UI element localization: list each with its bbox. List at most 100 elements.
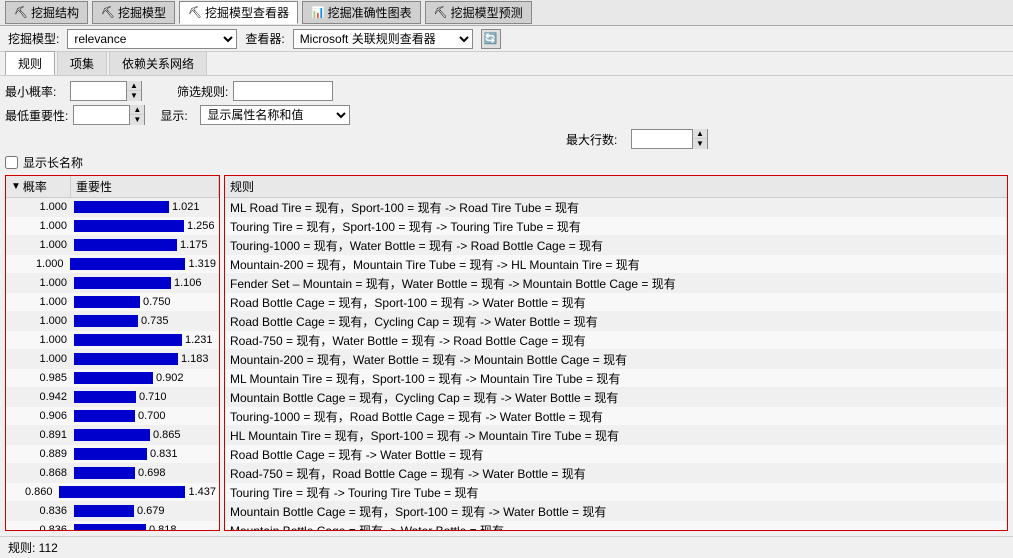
imp-bar-cell: 1.021 <box>71 201 219 213</box>
left-table-row[interactable]: 0.8890.831 <box>6 445 219 464</box>
toolbar-tab-accuracy[interactable]: 📊 挖掘准确性图表 <box>302 1 421 24</box>
imp-value: 0.710 <box>139 391 167 403</box>
right-table-row[interactable]: Road Bottle Cage = 现有，Cycling Cap = 现有 -… <box>225 312 1007 331</box>
right-table-row[interactable]: HL Mountain Tire = 现有，Sport-100 = 现有 -> … <box>225 426 1007 445</box>
min-imp-spinner: ▲ ▼ <box>129 105 144 125</box>
col-header-prob: ▼ 概率 <box>6 176 71 197</box>
tab-dependency-network[interactable]: 依赖关系网络 <box>109 51 207 75</box>
left-table-row[interactable]: 0.9850.902 <box>6 369 219 388</box>
tab-rules[interactable]: 规则 <box>5 51 55 75</box>
prob-value: 0.836 <box>6 505 71 517</box>
importance-bar <box>74 505 134 517</box>
filter-label: 筛选规则: <box>177 83 228 100</box>
right-table-body[interactable]: ML Road Tire = 现有，Sport-100 = 现有 -> Road… <box>225 198 1007 530</box>
left-table-row[interactable]: 0.9060.700 <box>6 407 219 426</box>
imp-value: 1.319 <box>188 258 216 270</box>
left-table-row[interactable]: 1.0001.231 <box>6 331 219 350</box>
min-prob-up[interactable]: ▲ <box>127 81 141 91</box>
importance-bar <box>74 391 136 403</box>
right-table-row[interactable]: ML Road Tire = 现有，Sport-100 = 现有 -> Road… <box>225 198 1007 217</box>
right-table-row[interactable]: Road Bottle Cage = 现有，Sport-100 = 现有 -> … <box>225 293 1007 312</box>
right-table-row[interactable]: Mountain-200 = 现有，Mountain Tire Tube = 现… <box>225 255 1007 274</box>
tab-itemsets[interactable]: 项集 <box>57 51 107 75</box>
prob-value: 0.906 <box>6 410 71 422</box>
imp-value: 1.021 <box>172 201 200 213</box>
right-table-row[interactable]: Mountain Bottle Cage = 现有，Cycling Cap = … <box>225 388 1007 407</box>
controls-row-3: 最大行数: 2000 ▲ ▼ <box>5 129 1008 149</box>
right-table-row[interactable]: Mountain Bottle Cage = 现有，Sport-100 = 现有… <box>225 502 1007 521</box>
right-table-row[interactable]: Fender Set – Mountain = 现有，Water Bottle … <box>225 274 1007 293</box>
right-table-row[interactable]: Mountain-200 = 现有，Water Bottle = 现有 -> M… <box>225 350 1007 369</box>
right-table-row[interactable]: Touring-1000 = 现有，Road Bottle Cage = 现有 … <box>225 407 1007 426</box>
min-prob-field[interactable]: 0.20 <box>71 82 126 100</box>
left-table-row[interactable]: 0.8360.679 <box>6 502 219 521</box>
model-select[interactable]: relevance <box>67 29 237 49</box>
toolbar-tab-predict[interactable]: ⛏ 挖掘模型预测 <box>425 1 532 24</box>
left-table-row[interactable]: 0.8680.698 <box>6 464 219 483</box>
imp-value: 1.106 <box>174 277 202 289</box>
toolbar-tab-mine-structure[interactable]: ⛏ 挖掘结构 <box>5 1 88 24</box>
display-select[interactable]: 显示属性名称和值 <box>200 105 350 125</box>
prob-value: 0.942 <box>6 391 71 403</box>
left-table-row[interactable]: 1.000 1.021 <box>6 198 219 217</box>
min-imp-field[interactable]: -0.13 <box>74 106 129 124</box>
importance-bar <box>70 258 185 270</box>
second-bar: 挖掘模型: relevance 查看器: Microsoft 关联规则查看器 🔄 <box>0 26 1013 52</box>
left-table: ▼ 概率 重要性 1.0001.0211.0001.2561.0001.1751… <box>5 175 220 531</box>
min-imp-down[interactable]: ▼ <box>130 115 144 125</box>
right-table-row[interactable]: Road-750 = 现有，Water Bottle = 现有 -> Road … <box>225 331 1007 350</box>
left-table-row[interactable]: 1.0001.256 <box>6 217 219 236</box>
min-imp-up[interactable]: ▲ <box>130 105 144 115</box>
toolbar-tab-mine-viewer[interactable]: ⛏ 挖掘模型查看器 <box>179 1 298 24</box>
refresh-button[interactable]: 🔄 <box>481 29 501 49</box>
show-long-name-checkbox[interactable] <box>5 156 18 169</box>
imp-value: 0.902 <box>156 372 184 384</box>
left-table-row[interactable]: 1.0001.183 <box>6 350 219 369</box>
imp-value: 1.175 <box>180 239 208 251</box>
prob-value: 1.000 <box>6 220 71 232</box>
prob-value: 1.000 <box>6 201 71 213</box>
left-table-row[interactable]: 0.8601.437 <box>6 483 219 502</box>
left-table-row[interactable]: 1.0001.175 <box>6 236 219 255</box>
mine-model-icon: ⛏ <box>101 6 115 19</box>
right-table: 规则 ML Road Tire = 现有，Sport-100 = 现有 -> R… <box>224 175 1008 531</box>
left-table-row[interactable]: 1.0000.750 <box>6 293 219 312</box>
right-table-row[interactable]: Touring Tire = 现有 -> Touring Tire Tube =… <box>225 483 1007 502</box>
right-table-row[interactable]: Mountain Bottle Cage = 现有 -> Water Bottl… <box>225 521 1007 530</box>
left-table-row[interactable]: 1.000 1.106 <box>6 274 219 293</box>
max-rows-down[interactable]: ▼ <box>693 139 707 149</box>
right-table-row[interactable]: Touring-1000 = 现有，Water Bottle = 现有 -> R… <box>225 236 1007 255</box>
imp-value: 0.818 <box>149 524 177 530</box>
right-table-row[interactable]: Road Bottle Cage = 现有 -> Water Bottle = … <box>225 445 1007 464</box>
right-table-header: 规则 <box>225 176 1007 198</box>
imp-bar-cell: 0.818 <box>71 524 219 530</box>
toolbar-tab-mine-model[interactable]: ⛏ 挖掘模型 <box>92 1 175 24</box>
imp-bar-cell: 0.902 <box>71 372 219 384</box>
prob-value: 0.836 <box>6 524 71 530</box>
right-table-row[interactable]: ML Mountain Tire = 现有，Sport-100 = 现有 -> … <box>225 369 1007 388</box>
prob-value: 1.000 <box>6 277 71 289</box>
imp-value: 0.750 <box>143 296 171 308</box>
left-table-row[interactable]: 0.8910.865 <box>6 426 219 445</box>
right-table-row[interactable]: Road-750 = 现有，Road Bottle Cage = 现有 -> W… <box>225 464 1007 483</box>
min-prob-down[interactable]: ▼ <box>127 91 141 101</box>
left-table-body[interactable]: 1.0001.0211.0001.2561.0001.1751.0001.319… <box>6 198 219 530</box>
filter-input[interactable] <box>233 81 333 101</box>
max-rows-field[interactable]: 2000 <box>632 130 692 148</box>
col-header-imp: 重要性 <box>71 176 219 197</box>
left-table-row[interactable]: 1.0001.319 <box>6 255 219 274</box>
imp-bar-cell: 0.679 <box>71 505 219 517</box>
importance-bar <box>74 201 169 213</box>
imp-value: 0.865 <box>153 429 181 441</box>
viewer-select[interactable]: Microsoft 关联规则查看器 <box>293 29 473 49</box>
left-table-row[interactable]: 0.942 0.710 <box>6 388 219 407</box>
prob-value: 1.000 <box>6 353 71 365</box>
max-rows-up[interactable]: ▲ <box>693 129 707 139</box>
min-imp-label: 最低重要性: <box>5 107 68 124</box>
right-table-row[interactable]: Touring Tire = 现有，Sport-100 = 现有 -> Tour… <box>225 217 1007 236</box>
viewer-label: 查看器: <box>245 30 284 47</box>
mine-structure-icon: ⛏ <box>14 6 28 19</box>
left-table-row[interactable]: 1.0000.735 <box>6 312 219 331</box>
controls-row-1: 最小概率: 0.20 ▲ ▼ 筛选规则: <box>5 81 1008 101</box>
left-table-row[interactable]: 0.836 0.818 <box>6 521 219 530</box>
